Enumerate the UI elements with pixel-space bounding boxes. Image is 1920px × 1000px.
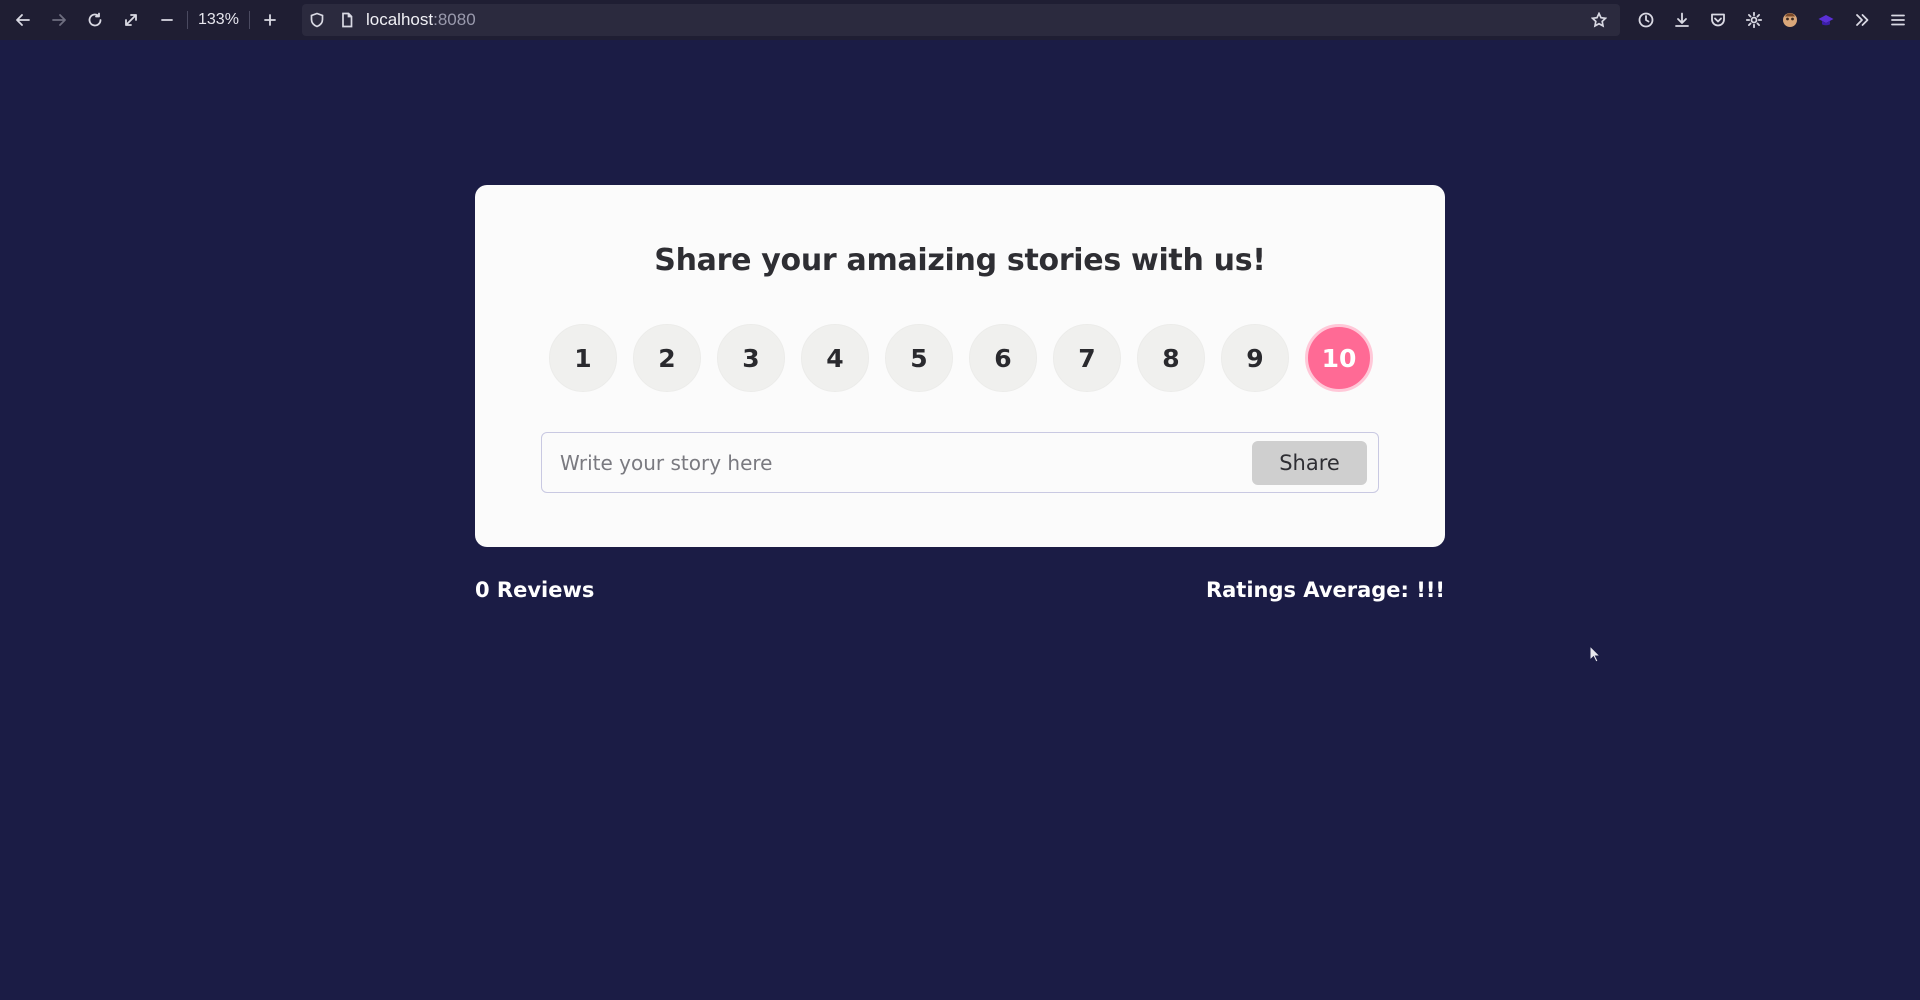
extension-hat-icon (1818, 15, 1834, 26)
page-icon (342, 12, 353, 28)
zoom-out-button[interactable] (149, 2, 185, 38)
feedback-card: Share your amaizing stories with us! 1 2… (475, 185, 1445, 547)
tracking-protection-button[interactable] (302, 4, 332, 36)
more-tools-button[interactable] (1844, 2, 1880, 38)
extension-button[interactable] (1808, 2, 1844, 38)
toolbar-right-icons (1628, 2, 1916, 38)
url-host: localhost (366, 10, 434, 29)
reload-icon (88, 12, 102, 27)
review-stats: 0 Reviews Ratings Average: !!! (475, 578, 1445, 602)
review-count: 0 Reviews (475, 578, 595, 602)
bookmark-button[interactable] (1584, 4, 1614, 36)
gear-icon (1745, 11, 1763, 29)
fullscreen-button[interactable] (113, 2, 149, 38)
minus-icon (161, 19, 173, 21)
rating-option-1[interactable]: 1 (549, 324, 617, 392)
star-icon (1591, 12, 1607, 28)
back-button[interactable] (5, 2, 41, 38)
downloads-button[interactable] (1664, 2, 1700, 38)
expand-icon (125, 14, 137, 26)
history-button[interactable] (1628, 2, 1664, 38)
extension-avatar-icon (1783, 13, 1797, 27)
browser-toolbar: 133% localhost:8080 (0, 0, 1920, 40)
settings-button[interactable] (1736, 2, 1772, 38)
share-button[interactable]: Share (1252, 441, 1367, 485)
zoom-level[interactable]: 133% (190, 11, 247, 29)
mouse-cursor-icon (1589, 645, 1601, 663)
pocket-icon (1711, 13, 1725, 27)
toolbar-divider (187, 11, 188, 29)
plus-icon (264, 14, 276, 26)
rating-option-6[interactable]: 6 (969, 324, 1037, 392)
rating-option-9[interactable]: 9 (1221, 324, 1289, 392)
zoom-in-button[interactable] (252, 2, 288, 38)
clock-icon (1638, 12, 1654, 28)
rating-option-7[interactable]: 7 (1053, 324, 1121, 392)
ratings-average: Ratings Average: !!! (1205, 578, 1445, 602)
arrow-left-icon (16, 14, 30, 26)
rating-option-4[interactable]: 4 (801, 324, 869, 392)
rating-option-3[interactable]: 3 (717, 324, 785, 392)
rating-option-5[interactable]: 5 (885, 324, 953, 392)
pocket-button[interactable] (1700, 2, 1736, 38)
hamburger-icon (1891, 14, 1905, 26)
rating-option-10[interactable]: 10 (1305, 324, 1373, 392)
forward-button[interactable] (41, 2, 77, 38)
story-form: Share (541, 432, 1379, 493)
story-input[interactable] (560, 433, 1250, 492)
rating-option-8[interactable]: 8 (1137, 324, 1205, 392)
rating-selector: 1 2 3 4 5 6 7 8 9 10 (549, 324, 1373, 392)
toolbar-divider (248, 11, 250, 29)
chevrons-right-icon (1856, 14, 1869, 26)
url-bar[interactable]: localhost:8080 (302, 4, 1620, 36)
url-text[interactable]: localhost:8080 (366, 10, 476, 30)
shield-icon (310, 12, 324, 28)
extension-avatar-button[interactable] (1772, 2, 1808, 38)
url-port: :8080 (433, 10, 476, 29)
download-icon (1675, 12, 1689, 27)
reload-button[interactable] (77, 2, 113, 38)
card-title: Share your amaizing stories with us! (654, 243, 1266, 278)
app-menu-button[interactable] (1880, 2, 1916, 38)
arrow-right-icon (52, 14, 66, 26)
site-info-button[interactable] (332, 4, 362, 36)
rating-option-2[interactable]: 2 (633, 324, 701, 392)
